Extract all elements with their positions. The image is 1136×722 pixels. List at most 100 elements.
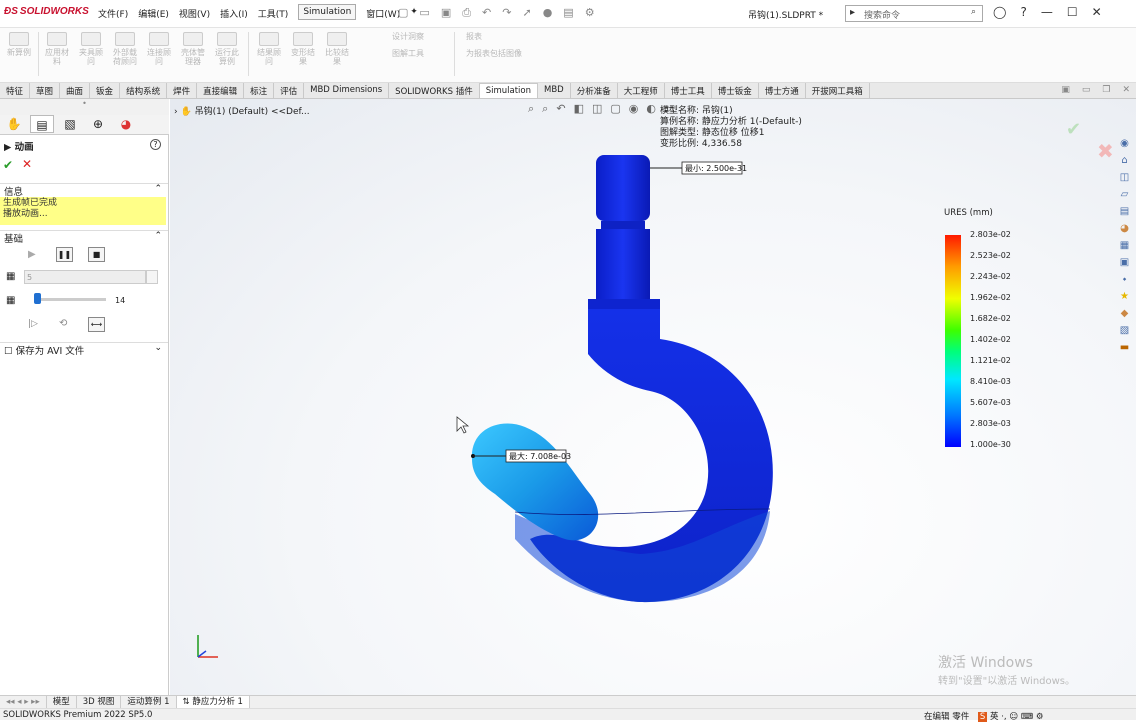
account-icon[interactable]: ◯: [993, 5, 1006, 19]
ime-mode-icon[interactable]: 英 ·, ☺ ⌨ ⚙: [990, 712, 1043, 722]
tab-structure-system[interactable]: 结构系统: [120, 83, 168, 98]
external-loads-advisor-button[interactable]: 外部载荷顾问: [110, 32, 140, 66]
checklist-icon[interactable]: ▧: [1117, 323, 1132, 338]
tab-sheet-metal[interactable]: 钣金: [90, 83, 121, 98]
tab-evaluate[interactable]: 评估: [274, 83, 305, 98]
expand-chevron-icon[interactable]: ⌄: [154, 343, 162, 353]
collapse-chevron-icon[interactable]: ⌃: [154, 184, 162, 194]
doc-minimize-icon[interactable]: ▭: [1082, 85, 1091, 95]
custom-properties-icon[interactable]: ▣: [1117, 255, 1132, 270]
dimxpert-manager-icon[interactable]: ⊕: [86, 115, 110, 133]
options-gear-icon[interactable]: ⚙: [585, 6, 595, 20]
feature-manager-icon[interactable]: ✋: [2, 115, 26, 133]
search-commands-input[interactable]: ▸ 搜索命令 ⌕: [845, 5, 983, 22]
play-once-icon[interactable]: |▷: [28, 319, 38, 329]
info-group-header[interactable]: 信息 ⌃: [0, 183, 168, 198]
tile-icon[interactable]: ▣: [1061, 85, 1070, 95]
tab-model[interactable]: 模型: [47, 696, 77, 708]
solidworks-resources-icon[interactable]: ◉: [1117, 136, 1132, 151]
ime-icon[interactable]: S: [977, 712, 988, 722]
pause-button[interactable]: ❚❚: [56, 247, 73, 262]
stop-button[interactable]: ■: [88, 247, 105, 262]
appearances-icon[interactable]: ▦: [1117, 238, 1132, 253]
tab-motion-study-1[interactable]: 运动算例 1: [121, 696, 177, 708]
solidworks-logo[interactable]: ƉS SOLIDWORKS: [4, 6, 89, 17]
speed-slider-thumb[interactable]: [34, 293, 41, 304]
doc-close-icon[interactable]: ✕: [1122, 85, 1130, 95]
select-icon[interactable]: ➚: [522, 6, 531, 20]
frames-input[interactable]: 5: [24, 270, 146, 284]
frames-spinner[interactable]: [146, 270, 158, 284]
tab-simulation[interactable]: Simulation: [479, 83, 538, 98]
minimize-icon[interactable]: —: [1041, 5, 1053, 19]
reciprocate-button[interactable]: ⟷: [88, 317, 105, 332]
tab-features[interactable]: 特征: [0, 83, 31, 98]
run-study-button[interactable]: 运行此算例: [212, 32, 242, 66]
doc-restore-icon[interactable]: ❐: [1102, 85, 1110, 95]
play-icon[interactable]: ▶: [28, 249, 36, 260]
basic-group-header[interactable]: 基础 ⌃: [0, 230, 168, 245]
design-insight-button[interactable]: 设计洞察: [392, 31, 424, 42]
menu-edit[interactable]: 编辑(E): [138, 7, 169, 20]
open-file-icon[interactable]: ▭: [419, 6, 429, 20]
maximize-icon[interactable]: ☐: [1067, 5, 1078, 19]
include-image-for-report-button[interactable]: 为报表包括图像: [466, 48, 522, 59]
tab-mbd-dimensions[interactable]: MBD Dimensions: [304, 83, 390, 98]
menu-file[interactable]: 文件(F): [98, 7, 128, 20]
property-manager-icon[interactable]: ▤: [30, 115, 54, 133]
tab-3d-view[interactable]: 3D 视图: [77, 696, 122, 708]
menu-window[interactable]: 窗口(W): [366, 7, 400, 20]
deformed-result-button[interactable]: 变形结果: [288, 32, 318, 66]
results-advisor-button[interactable]: 结果顾问: [254, 32, 284, 66]
view-palette-icon[interactable]: ◕: [1117, 221, 1132, 236]
ok-button[interactable]: ✔: [3, 158, 13, 172]
new-file-icon[interactable]: ▢: [398, 6, 408, 20]
close-icon[interactable]: ✕: [1092, 5, 1102, 19]
compare-results-button[interactable]: 比较结果: [322, 32, 352, 66]
tab-solidworks-addins[interactable]: SOLIDWORKS 插件: [389, 83, 480, 98]
connections-advisor-button[interactable]: 连接顾问: [144, 32, 174, 66]
display-manager-icon[interactable]: ◕: [114, 115, 138, 133]
plot-tools-button[interactable]: 图解工具: [392, 48, 424, 59]
fixtures-advisor-button[interactable]: 夹具顾问: [76, 32, 106, 66]
forum-icon[interactable]: ★: [1117, 289, 1132, 304]
folder-icon[interactable]: ▬: [1117, 340, 1132, 355]
tab-direct-editing[interactable]: 直接编辑: [197, 83, 245, 98]
save-avi-checkbox[interactable]: ☐: [4, 346, 13, 357]
tab-doctor-tools[interactable]: 博士工具: [665, 83, 712, 98]
print-icon[interactable]: ⎙: [462, 6, 471, 20]
speed-slider-track[interactable]: [34, 298, 106, 301]
3d-content-icon[interactable]: ◫: [1117, 170, 1132, 185]
loop-icon[interactable]: ⟲: [59, 318, 67, 329]
graphics-area[interactable]: › ✋ 吊钩(1) (Default) <<Def... ⌕ ⌕ ↶ ◧ ◫ ▢…: [170, 99, 1136, 695]
cancel-button[interactable]: ✕: [22, 157, 32, 171]
apply-material-button[interactable]: 应用材料: [42, 32, 72, 66]
tab-kaibawang-toolbox[interactable]: 开拔网工具箱: [806, 83, 870, 98]
home-icon[interactable]: ⌂: [1117, 153, 1132, 168]
configuration-manager-icon[interactable]: ▧: [58, 115, 82, 133]
file-properties-icon[interactable]: ▤: [563, 6, 573, 20]
tab-big-engineer[interactable]: 大工程师: [618, 83, 665, 98]
learning-icon[interactable]: ⬩: [1117, 272, 1132, 287]
tab-markup[interactable]: 标注: [244, 83, 275, 98]
tab-doctor-tube[interactable]: 博士方通: [759, 83, 806, 98]
save-icon[interactable]: ▣: [441, 6, 451, 20]
tab-doctor-sheetmetal[interactable]: 博士钣金: [712, 83, 759, 98]
help-icon[interactable]: ?: [150, 139, 161, 150]
redo-icon[interactable]: ↷: [502, 6, 511, 20]
help-icon[interactable]: ?: [1020, 5, 1026, 19]
search-icon[interactable]: ⌕: [971, 7, 976, 17]
undo-icon[interactable]: ↶: [482, 6, 491, 20]
file-explorer-icon[interactable]: ▤: [1117, 204, 1132, 219]
toolbox-icon[interactable]: ◆: [1117, 306, 1132, 321]
tab-weldments[interactable]: 焊件: [167, 83, 198, 98]
tab-analysis-prep[interactable]: 分析准备: [571, 83, 618, 98]
tab-scroll-arrows[interactable]: ◂◂ ◂ ▸ ▸▸: [0, 696, 47, 708]
design-library-icon[interactable]: ▱: [1117, 187, 1132, 202]
menu-simulation[interactable]: Simulation: [298, 4, 357, 20]
rebuild-icon[interactable]: ●: [543, 6, 553, 20]
tab-surfaces[interactable]: 曲面: [60, 83, 91, 98]
shell-manager-button[interactable]: 壳体管理器: [178, 32, 208, 66]
tab-sketch[interactable]: 草图: [30, 83, 61, 98]
report-button[interactable]: 报表: [466, 31, 482, 42]
